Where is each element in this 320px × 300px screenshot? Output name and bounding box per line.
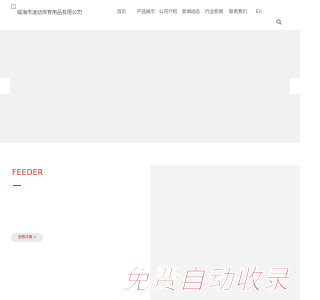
nav-item-contact[interactable]: 联系我们 (229, 10, 247, 16)
svg-text:免费自动收录: 免费自动收录 (122, 265, 292, 296)
view-details-button[interactable]: 查看详情 > (11, 233, 43, 242)
nav-item-news[interactable]: 新闻动态 (182, 10, 200, 16)
product-title: FEEDER (12, 168, 44, 177)
main-nav: 首页 产品展示 公司介绍 新闻动态 行业新闻 联系我们 En (0, 10, 300, 25)
nav-item-english[interactable]: En (256, 10, 262, 16)
nav-item-products[interactable]: 产品展示 (137, 10, 155, 16)
nav-item-industry-news[interactable]: 行业新闻 (205, 10, 223, 16)
site-header: 威海市凌动体育用品有限公司 首页 产品展示 公司介绍 新闻动态 行业新闻 联系我… (0, 0, 300, 30)
logo-image[interactable] (11, 4, 16, 9)
nav-item-about[interactable]: 公司介绍 (159, 10, 177, 16)
chevron-right-icon[interactable] (290, 78, 300, 94)
hero-banner (0, 30, 300, 143)
title-underline (13, 185, 21, 186)
search-icon[interactable] (276, 10, 282, 25)
watermark-logo: 免费自动收录 (120, 262, 300, 297)
nav-item-home[interactable]: 首页 (117, 10, 126, 16)
chevron-left-icon[interactable] (0, 78, 10, 94)
